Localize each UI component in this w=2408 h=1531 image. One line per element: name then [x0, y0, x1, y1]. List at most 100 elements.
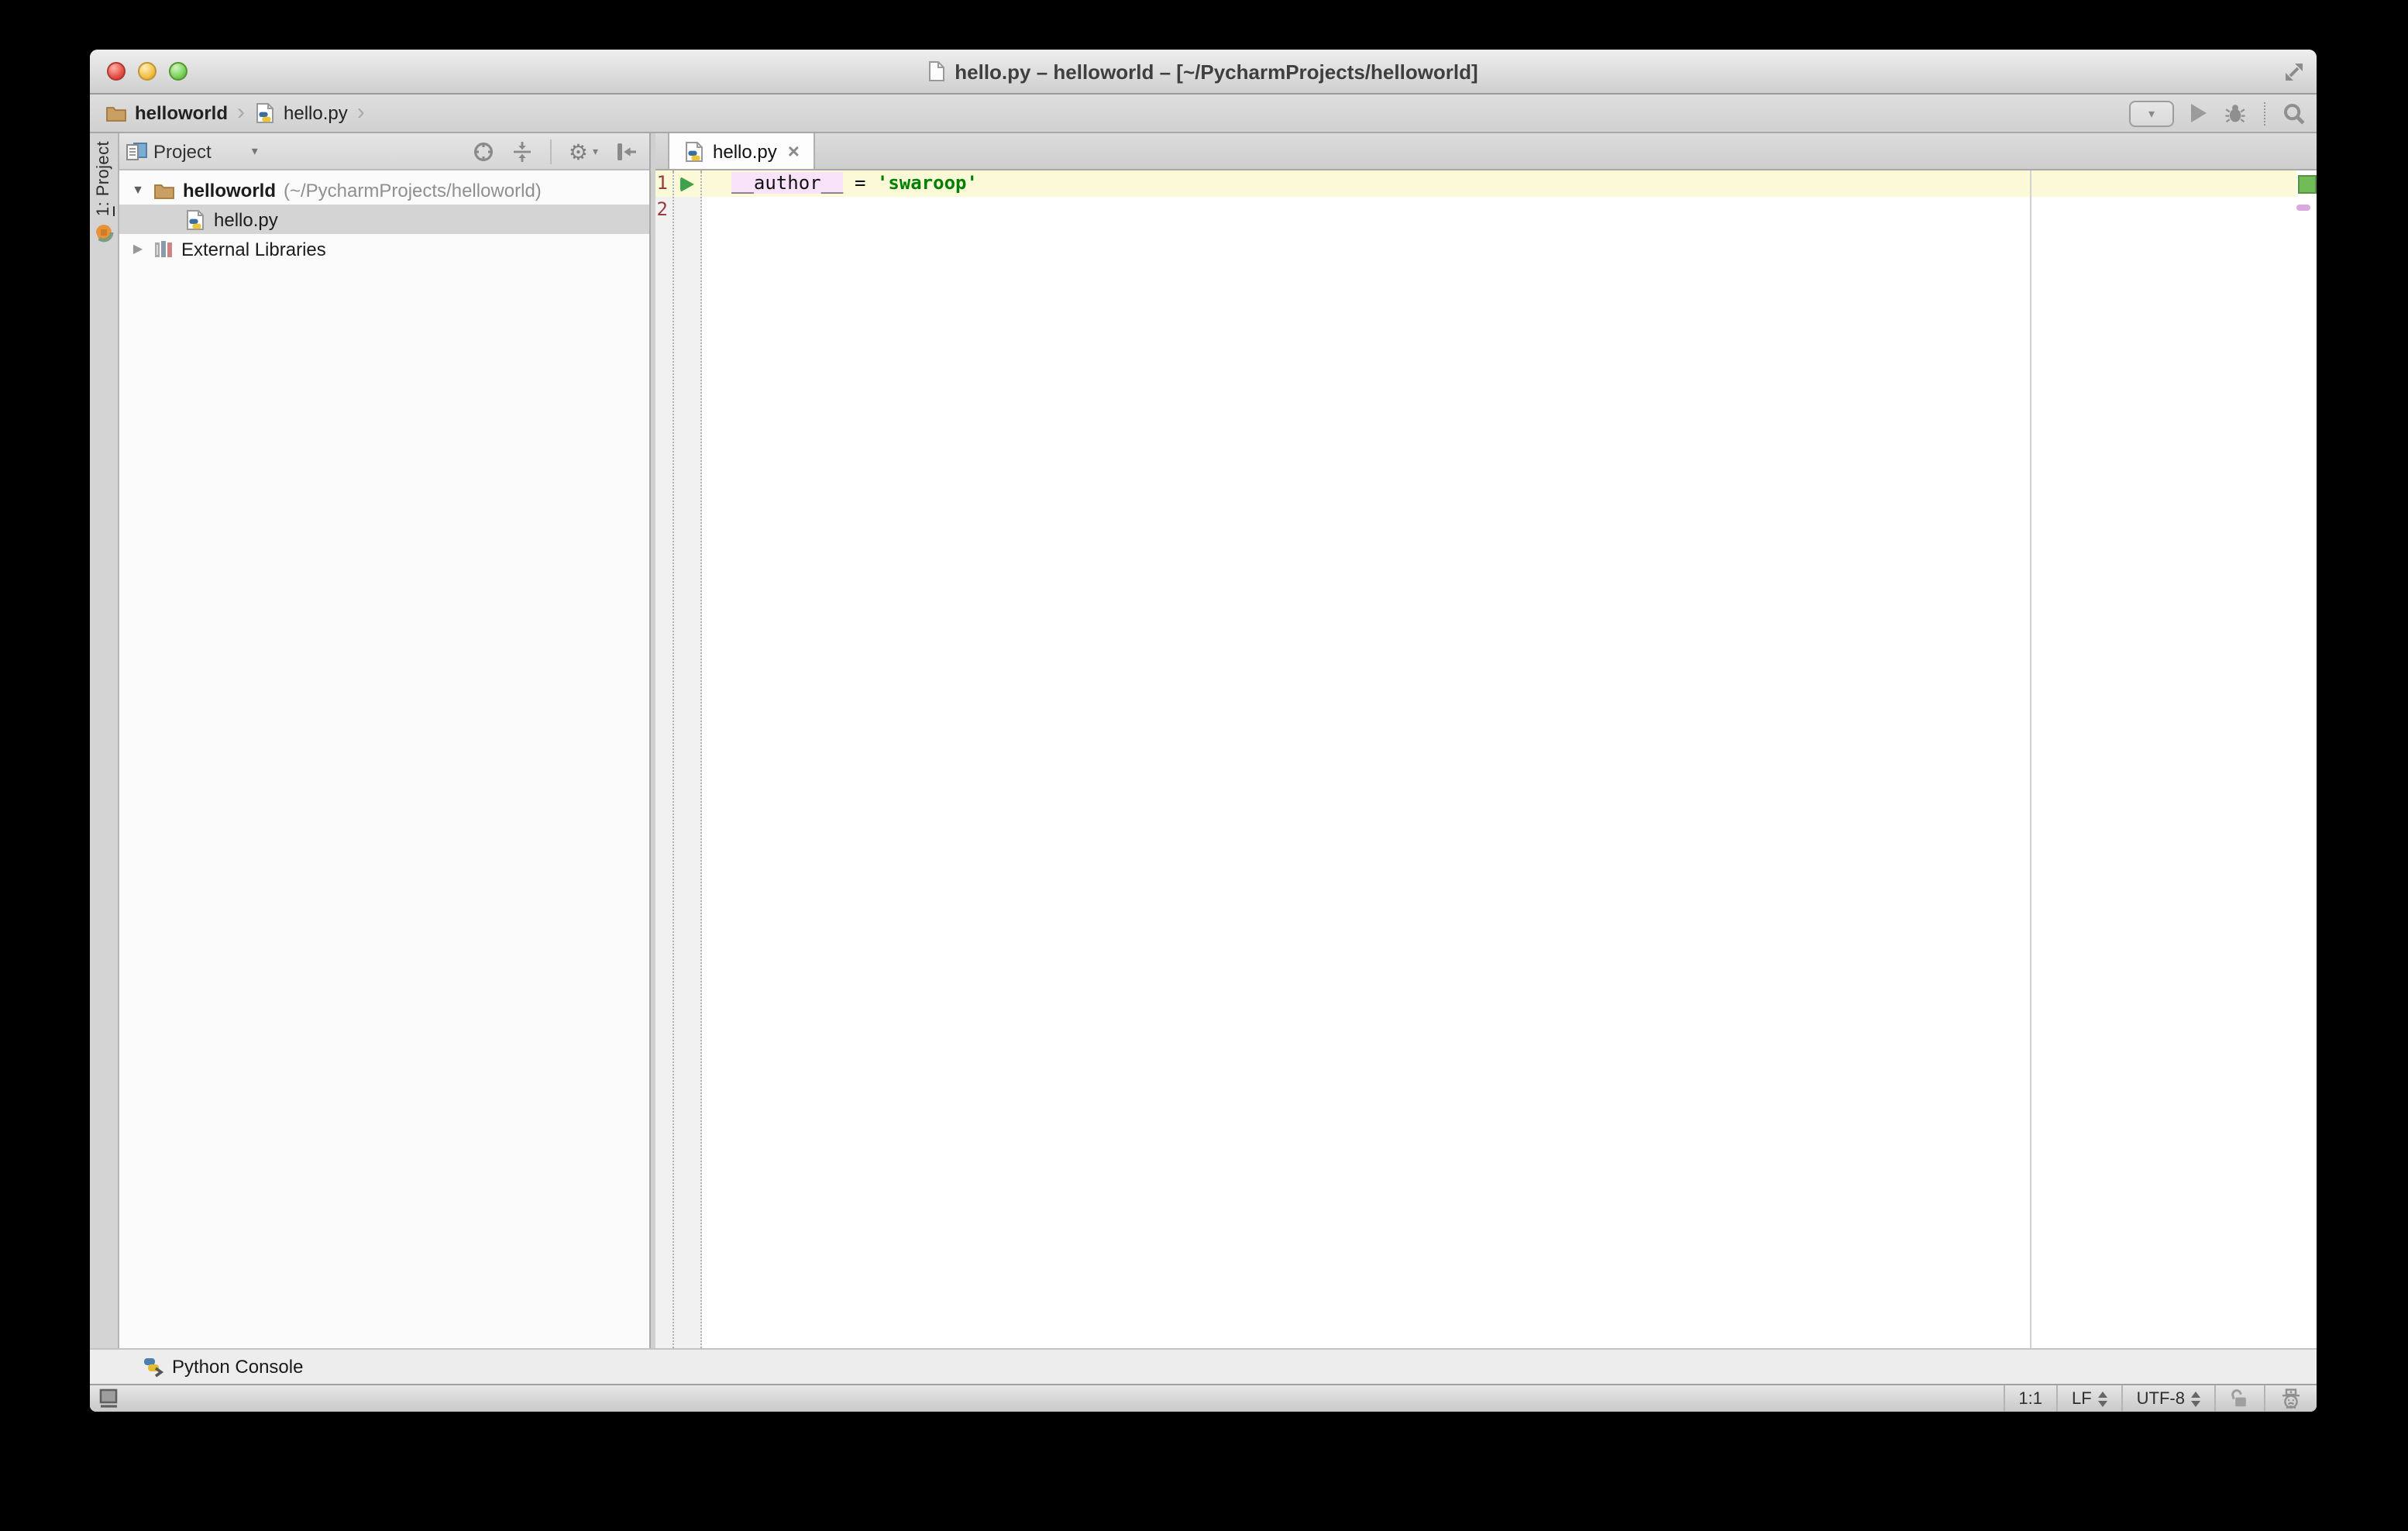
- code-area[interactable]: __author__ = 'swaroop': [702, 170, 2296, 1348]
- document-icon: [928, 60, 945, 82]
- python-file-icon: [184, 208, 206, 230]
- tree-label: External Libraries: [181, 238, 326, 260]
- folder-icon: [153, 181, 175, 199]
- tree-label: hello.py: [214, 208, 278, 230]
- tab-hello-py[interactable]: hello.py ×: [668, 133, 815, 169]
- dropdown-caret-icon: ▾: [2148, 106, 2155, 120]
- breadcrumb-label: helloworld: [135, 102, 228, 124]
- fullscreen-icon[interactable]: [2284, 62, 2304, 82]
- view-selector-caret-icon[interactable]: ▾: [252, 144, 258, 158]
- run-mark-gutter: [673, 170, 702, 1348]
- window-title-text: hello.py – helloworld – [~/PycharmProjec…: [955, 60, 1477, 83]
- main-area: 1: Project: [90, 133, 2317, 1348]
- line-separator-value: LF: [2072, 1389, 2092, 1408]
- unlock-icon: [2230, 1388, 2250, 1409]
- line-number: 2: [655, 197, 673, 223]
- hector-inspector-icon: [2279, 1388, 2303, 1409]
- project-panel-toolbar: ⚙ ▾: [473, 139, 638, 163]
- breadcrumb-separator: ›: [357, 100, 365, 123]
- project-tool-window-icon: [93, 222, 115, 244]
- search-everywhere-icon[interactable]: [2282, 101, 2306, 125]
- caret-position-widget[interactable]: 1:1: [2003, 1385, 2056, 1412]
- right-margin-guide: [2030, 170, 2031, 1348]
- tree-path: (~/PycharmProjects/helloworld): [284, 179, 542, 201]
- libraries-icon: [153, 239, 174, 259]
- pycharm-window: hello.py – helloworld – [~/PycharmProjec…: [90, 50, 2317, 1412]
- updown-arrows-icon: [2098, 1391, 2107, 1406]
- python-console-button[interactable]: Python Console: [172, 1356, 303, 1378]
- settings-caret-icon[interactable]: ▾: [593, 145, 598, 157]
- run-triangle-icon: [680, 176, 694, 191]
- error-stripe: [2296, 170, 2317, 1348]
- breadcrumb-separator: ›: [237, 100, 245, 123]
- project-tree: ▼ helloworld (~/PycharmProjects/hellowor…: [119, 170, 649, 1348]
- python-file-icon: [254, 102, 276, 124]
- tree-row-external-libraries[interactable]: ▶ External Libraries: [119, 234, 649, 263]
- readonly-lock-widget[interactable]: [2214, 1385, 2264, 1412]
- encoding-widget[interactable]: UTF-8: [2121, 1385, 2214, 1412]
- python-console-icon: [143, 1356, 164, 1378]
- breadcrumb: helloworld › hello.py ›: [105, 102, 365, 124]
- expand-arrow-icon[interactable]: ▶: [130, 242, 146, 256]
- usage-highlight-marker[interactable]: [2296, 205, 2310, 211]
- zoom-window-button[interactable]: [169, 62, 187, 81]
- breadcrumb-item-helloworld[interactable]: helloworld: [105, 102, 228, 124]
- toolbar-separator: [2264, 101, 2265, 125]
- caret-position-value: 1:1: [2018, 1389, 2042, 1408]
- screen: hello.py – helloworld – [~/PycharmProjec…: [0, 0, 2408, 1531]
- tab-label: hello.py: [713, 140, 777, 162]
- python-file-icon: [683, 140, 705, 162]
- editor-area: hello.py × 1 2 __author__: [655, 133, 2317, 1348]
- settings-gear-icon[interactable]: ⚙: [569, 140, 588, 162]
- breadcrumb-item-hello-py[interactable]: hello.py: [254, 102, 348, 124]
- project-panel-title[interactable]: Project: [153, 140, 212, 162]
- toolwindow-toggle-icon: [99, 1388, 119, 1409]
- tree-row-helloworld[interactable]: ▼ helloworld (~/PycharmProjects/hellowor…: [119, 175, 649, 205]
- run-configuration-dropdown[interactable]: ▾: [2129, 100, 2174, 126]
- bottom-tool-window-bar: Python Console: [90, 1348, 2317, 1384]
- token-string: 'swaroop': [877, 172, 978, 194]
- title-bar: hello.py – helloworld – [~/PycharmProjec…: [90, 50, 2317, 95]
- encoding-value: UTF-8: [2137, 1389, 2185, 1408]
- toolbar-separator: [550, 139, 552, 163]
- debug-icon[interactable]: [2224, 102, 2247, 124]
- token-author: __author__: [731, 172, 844, 194]
- project-view-icon[interactable]: [126, 141, 147, 161]
- run-toolbar: ▾: [2129, 100, 2306, 126]
- close-window-button[interactable]: [107, 62, 126, 81]
- navigation-bar: helloworld › hello.py › ▾: [90, 95, 2317, 133]
- token-assign: =: [844, 172, 877, 194]
- line-separator-widget[interactable]: LF: [2056, 1385, 2121, 1412]
- tree-label: helloworld: [183, 179, 276, 201]
- highlighting-level-widget[interactable]: [2264, 1385, 2317, 1412]
- left-tool-window-stripe: 1: Project: [90, 133, 119, 1348]
- close-tab-icon[interactable]: ×: [788, 141, 800, 161]
- line-number: 1: [655, 170, 673, 197]
- status-bar: 1:1 LF UTF-8: [90, 1384, 2317, 1412]
- code-line-2: [702, 197, 2296, 223]
- status-widgets: 1:1 LF UTF-8: [2003, 1385, 2317, 1412]
- expand-arrow-icon[interactable]: ▼: [130, 183, 146, 197]
- project-panel: Project ▾: [119, 133, 651, 1348]
- breadcrumb-label: hello.py: [284, 102, 348, 124]
- run-button[interactable]: [2191, 104, 2207, 122]
- tree-row-hello-py[interactable]: hello.py: [119, 205, 649, 234]
- run-line-button[interactable]: [674, 170, 700, 197]
- minimize-window-button[interactable]: [138, 62, 157, 81]
- window-title: hello.py – helloworld – [~/PycharmProjec…: [928, 60, 1477, 83]
- scroll-from-source-icon[interactable]: [473, 140, 494, 162]
- project-tool-window-button[interactable]: 1: Project: [90, 141, 118, 244]
- project-panel-header: Project ▾: [119, 133, 649, 170]
- line-number-gutter: 1 2: [655, 170, 673, 1348]
- hide-panel-icon[interactable]: [615, 140, 638, 162]
- folder-icon: [105, 104, 127, 122]
- editor-tab-bar: hello.py ×: [655, 133, 2317, 170]
- project-tool-window-label: 1: Project: [95, 141, 113, 216]
- code-editor[interactable]: 1 2 __author__ = 'swaroop': [655, 170, 2317, 1348]
- updown-arrows-icon: [2191, 1391, 2200, 1406]
- toggle-toolwindow-buttons[interactable]: [99, 1388, 119, 1409]
- traffic-lights: [107, 62, 187, 81]
- code-line-1: __author__ = 'swaroop': [702, 170, 2296, 197]
- collapse-all-icon[interactable]: [511, 140, 533, 162]
- inspection-status-indicator[interactable]: [2298, 175, 2317, 194]
